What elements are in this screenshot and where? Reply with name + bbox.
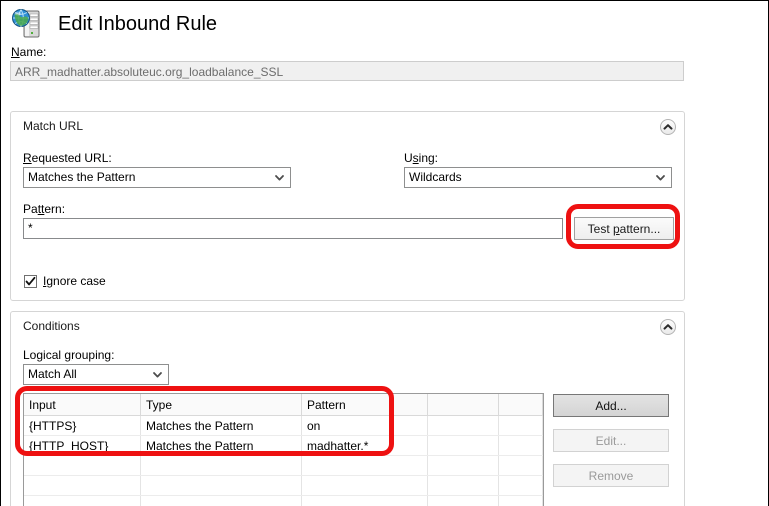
cell-empty	[141, 456, 302, 476]
edit-condition-button[interactable]: Edit...	[553, 429, 669, 452]
dialog-title-row: Edit Inbound Rule	[10, 7, 217, 41]
cell-empty	[24, 476, 141, 496]
cell-empty	[428, 496, 499, 506]
cell-empty	[302, 496, 428, 506]
cell-empty	[141, 476, 302, 496]
rule-name-input[interactable]: ARR_madhatter.absoluteuc.org_loadbalance…	[10, 61, 684, 81]
table-row[interactable]: {HTTPS} Matches the Pattern on	[24, 416, 543, 436]
server-globe-icon	[10, 7, 44, 41]
match-url-header: Match URL	[23, 119, 83, 133]
conditions-table[interactable]: Input Type Pattern {HTTPS} Matches the P…	[23, 393, 544, 506]
cell-empty	[302, 456, 428, 476]
requested-url-label-rest: equested URL:	[32, 151, 112, 165]
table-row[interactable]: {HTTP_HOST} Matches the Pattern madhatte…	[24, 436, 543, 456]
match-url-panel: Match URL Requested URL: Matches the Pat…	[10, 111, 685, 301]
test-pattern-button-label: Test pattern...	[588, 222, 661, 236]
requested-url-select[interactable]: Matches the Pattern	[23, 167, 291, 188]
table-row[interactable]	[24, 476, 543, 496]
column-header-type[interactable]: Type	[141, 394, 302, 416]
page-title: Edit Inbound Rule	[58, 13, 217, 36]
column-header-blank-2[interactable]	[499, 394, 543, 416]
name-label-rest: ame:	[20, 45, 47, 59]
cell-type: Matches the Pattern	[141, 416, 302, 436]
cell-empty	[141, 496, 302, 506]
chevron-down-icon	[655, 168, 666, 187]
ignore-case-checkbox-row[interactable]: Ignore case	[24, 274, 106, 288]
cell-blank-1	[428, 436, 499, 456]
cell-empty	[24, 496, 141, 506]
cell-empty	[499, 456, 543, 476]
conditions-table-element: Input Type Pattern {HTTPS} Matches the P…	[24, 394, 543, 506]
using-label-rest: ing:	[419, 151, 438, 165]
remove-condition-button[interactable]: Remove	[553, 464, 669, 487]
cell-blank-2	[499, 416, 543, 436]
table-header-row: Input Type Pattern	[24, 394, 543, 416]
logical-grouping-select[interactable]: Match All	[23, 364, 169, 385]
cell-pattern: madhatter.*	[302, 436, 428, 456]
conditions-collapse-chevron-up-icon[interactable]	[660, 319, 676, 335]
chevron-down-icon	[152, 365, 163, 384]
add-condition-button[interactable]: Add...	[553, 394, 669, 417]
ignore-case-label-rest: gnore case	[46, 274, 105, 288]
cell-empty	[428, 456, 499, 476]
using-label: Using:	[404, 151, 438, 165]
cell-empty	[428, 476, 499, 496]
requested-url-value: Matches the Pattern	[28, 170, 135, 184]
cell-blank-2	[499, 436, 543, 456]
column-header-pattern[interactable]: Pattern	[302, 394, 428, 416]
edit-inbound-rule-dialog: Edit Inbound Rule Name: ARR_madhatter.ab…	[0, 0, 769, 506]
logical-grouping-label: Logical grouping:	[23, 348, 114, 362]
ignore-case-label: Ignore case	[43, 274, 106, 288]
column-header-input[interactable]: Input	[24, 394, 141, 416]
match-url-collapse-chevron-up-icon[interactable]	[660, 119, 676, 135]
chevron-down-icon	[274, 168, 285, 187]
column-header-blank-1[interactable]	[428, 394, 499, 416]
cell-pattern: on	[302, 416, 428, 436]
cell-empty	[499, 476, 543, 496]
pattern-label-rest: ern:	[44, 202, 65, 216]
cell-type: Matches the Pattern	[141, 436, 302, 456]
conditions-table-body: {HTTPS} Matches the Pattern on {HTTP_HOS…	[24, 416, 543, 506]
table-row[interactable]	[24, 496, 543, 506]
name-label: Name:	[11, 45, 46, 59]
cell-empty	[24, 456, 141, 476]
cell-empty	[302, 476, 428, 496]
conditions-header: Conditions	[23, 319, 80, 333]
using-value: Wildcards	[409, 170, 462, 184]
cell-input: {HTTPS}	[24, 416, 141, 436]
using-select[interactable]: Wildcards	[404, 167, 672, 188]
requested-url-label: Requested URL:	[23, 151, 112, 165]
cell-input: {HTTP_HOST}	[24, 436, 141, 456]
pattern-label: Pattern:	[23, 202, 65, 216]
logical-grouping-label-rest: rouping:	[71, 348, 114, 362]
conditions-panel: Conditions Logical grouping: Match All I…	[10, 311, 685, 506]
cell-empty	[499, 496, 543, 506]
cell-blank-1	[428, 416, 499, 436]
pattern-input[interactable]: *	[23, 218, 563, 239]
logical-grouping-value: Match All	[28, 367, 77, 381]
ignore-case-checkbox[interactable]	[24, 275, 37, 288]
table-row[interactable]	[24, 456, 543, 476]
test-pattern-button[interactable]: Test pattern...	[574, 217, 674, 240]
